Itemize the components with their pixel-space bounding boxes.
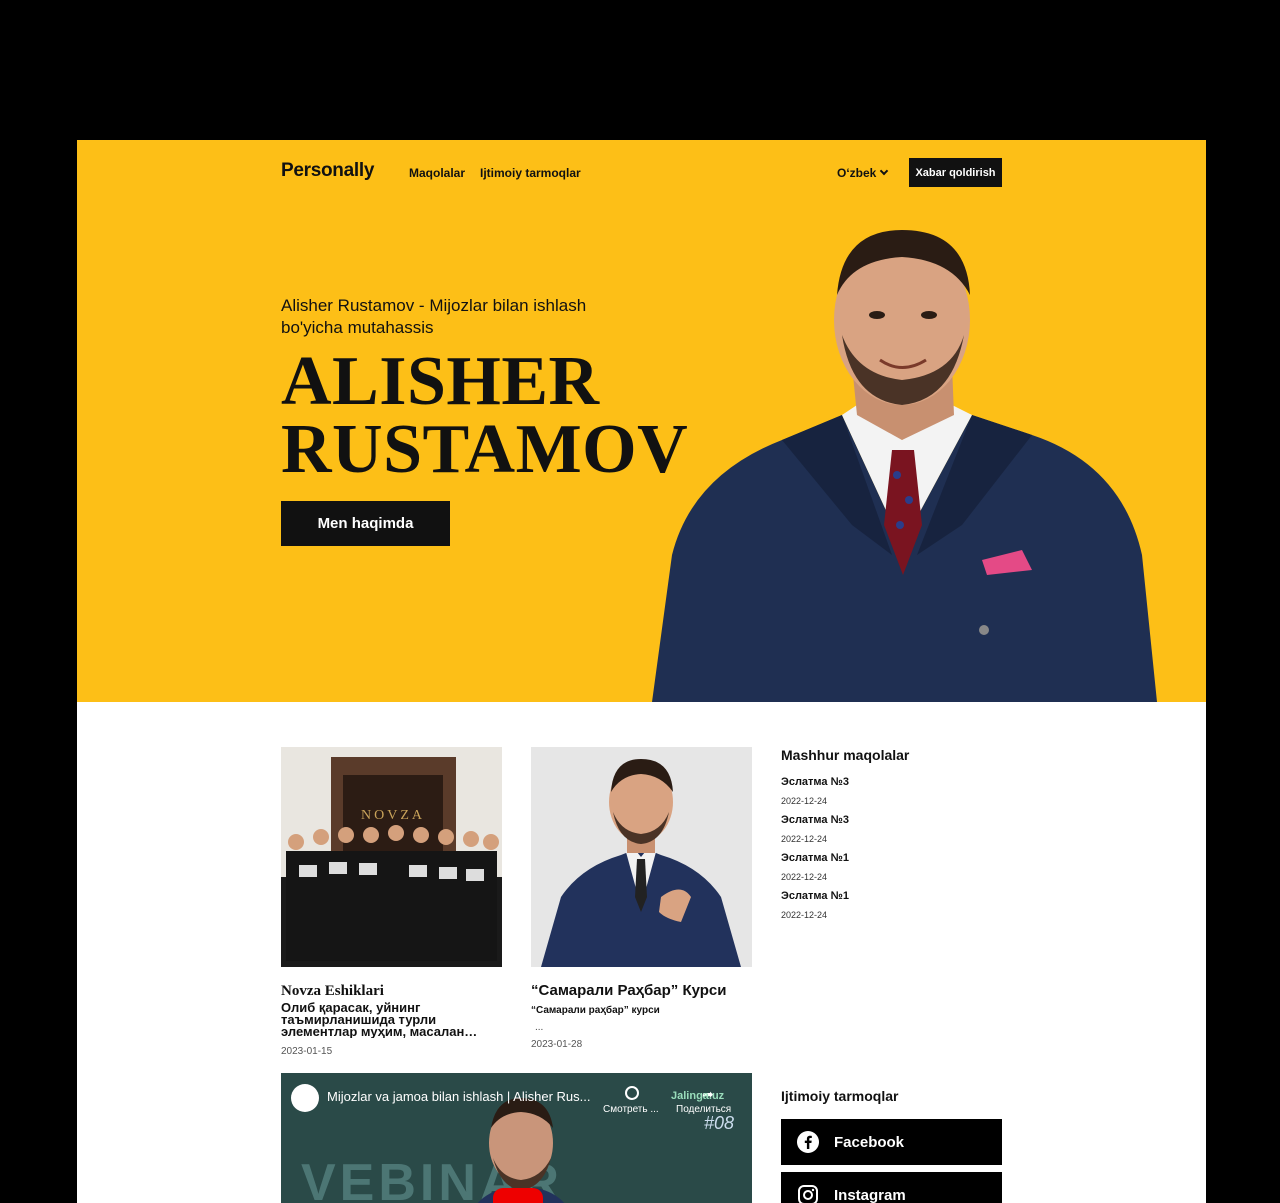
language-selector[interactable]: O‘zbek <box>837 166 889 180</box>
article-title[interactable]: “Самарали Раҳбар” Курси <box>531 982 752 1000</box>
article-description: Олиб қарасак, уйнинг таъмирланишида турл… <box>281 1002 478 1038</box>
novza-sign-text: NOVZA <box>361 808 425 823</box>
popular-articles: Mashhur maqolalar Эслатма №3 2022-12-24 … <box>781 747 1002 928</box>
article-image[interactable] <box>531 747 752 967</box>
instagram-label: Instagram <box>834 1186 906 1203</box>
popular-heading: Mashhur maqolalar <box>781 747 910 763</box>
chevron-down-icon <box>880 166 889 176</box>
popular-item-date: 2022-12-24 <box>781 796 828 806</box>
nav-link-social[interactable]: Ijtimoiy tarmoqlar <box>480 166 581 180</box>
top-nav: Personally Maqolalar Ijtimoiy tarmoqlar … <box>281 158 1002 188</box>
site-logo[interactable]: Personally <box>281 160 374 182</box>
video-embed[interactable]: VEBINAR Mijozlar va jamoa bilan ishlash … <box>281 1073 752 1203</box>
popular-item[interactable]: Эслатма №3 2022-12-24 <box>781 776 1002 806</box>
hero-subtitle: Alisher Rustamov - Mijozlar bilan ishlas… <box>281 296 587 337</box>
video-watermark: Jalinga.uz <box>671 1090 725 1102</box>
article-date: 2023-01-28 <box>531 1039 583 1050</box>
popular-item-title[interactable]: Эслатма №1 <box>781 852 1002 865</box>
hero-name-line1: ALISHER <box>281 343 600 420</box>
facebook-icon <box>797 1131 819 1153</box>
article-date: 2023-01-15 <box>281 1046 333 1057</box>
play-button[interactable] <box>493 1188 543 1203</box>
page-frame: Personally Maqolalar Ijtimoiy tarmoqlar … <box>77 140 1206 1203</box>
social-section: Ijtimoiy tarmoqlar Facebook Instagram <box>781 1088 1002 1203</box>
about-me-button[interactable]: Men haqimda <box>281 501 450 546</box>
video-title[interactable]: Mijozlar va jamoa bilan ishlash | Alishe… <box>327 1089 591 1104</box>
hero-name: ALISHER RUSTAMOV <box>281 343 689 488</box>
popular-item-date: 2022-12-24 <box>781 872 828 882</box>
channel-avatar[interactable] <box>291 1084 319 1112</box>
instagram-button[interactable]: Instagram <box>781 1172 1002 1203</box>
nav-link-articles[interactable]: Maqolalar <box>409 166 465 180</box>
leave-message-button[interactable]: Xabar qoldirish <box>909 158 1002 187</box>
popular-item-date: 2022-12-24 <box>781 910 828 920</box>
watch-later-label: Смотреть ... <box>603 1104 659 1115</box>
popular-item[interactable]: Эслатма №1 2022-12-24 <box>781 852 1002 882</box>
leader-course-photo <box>531 747 752 967</box>
clock-icon <box>625 1086 639 1100</box>
facebook-label: Facebook <box>834 1133 905 1151</box>
popular-item-title[interactable]: Эслатма №1 <box>781 890 1002 903</box>
social-heading: Ijtimoiy tarmoqlar <box>781 1088 899 1104</box>
popular-item-title[interactable]: Эслатма №3 <box>781 776 1002 789</box>
article-title[interactable]: Novza Eshiklari <box>281 982 502 1000</box>
article-description: “Самарали раҳбар” курси <box>531 1005 660 1016</box>
video-episode: #08 <box>704 1113 735 1133</box>
hero-section: Personally Maqolalar Ijtimoiy tarmoqlar … <box>77 140 1206 702</box>
hero-name-line2: RUSTAMOV <box>281 411 689 488</box>
article-image[interactable]: NOVZA <box>281 747 502 967</box>
popular-item[interactable]: Эслатма №1 2022-12-24 <box>781 890 1002 920</box>
hero-portrait <box>652 230 1157 702</box>
popular-item[interactable]: Эслатма №3 2022-12-24 <box>781 814 1002 844</box>
article-card[interactable]: NOVZA Novza Eshiklari Олиб қарасак, уйни… <box>281 747 502 1057</box>
popular-item-date: 2022-12-24 <box>781 834 828 844</box>
article-more: ... <box>535 1022 544 1033</box>
watch-later-button[interactable]: Смотреть ... <box>603 1086 659 1115</box>
language-label: O‘zbek <box>837 166 877 180</box>
novza-team-photo: NOVZA <box>281 747 502 967</box>
popular-item-title[interactable]: Эслатма №3 <box>781 814 1002 827</box>
instagram-icon <box>798 1185 818 1203</box>
article-card[interactable]: “Самарали Раҳбар” Курси “Самарали раҳбар… <box>531 747 752 1050</box>
facebook-button[interactable]: Facebook <box>781 1119 1002 1165</box>
